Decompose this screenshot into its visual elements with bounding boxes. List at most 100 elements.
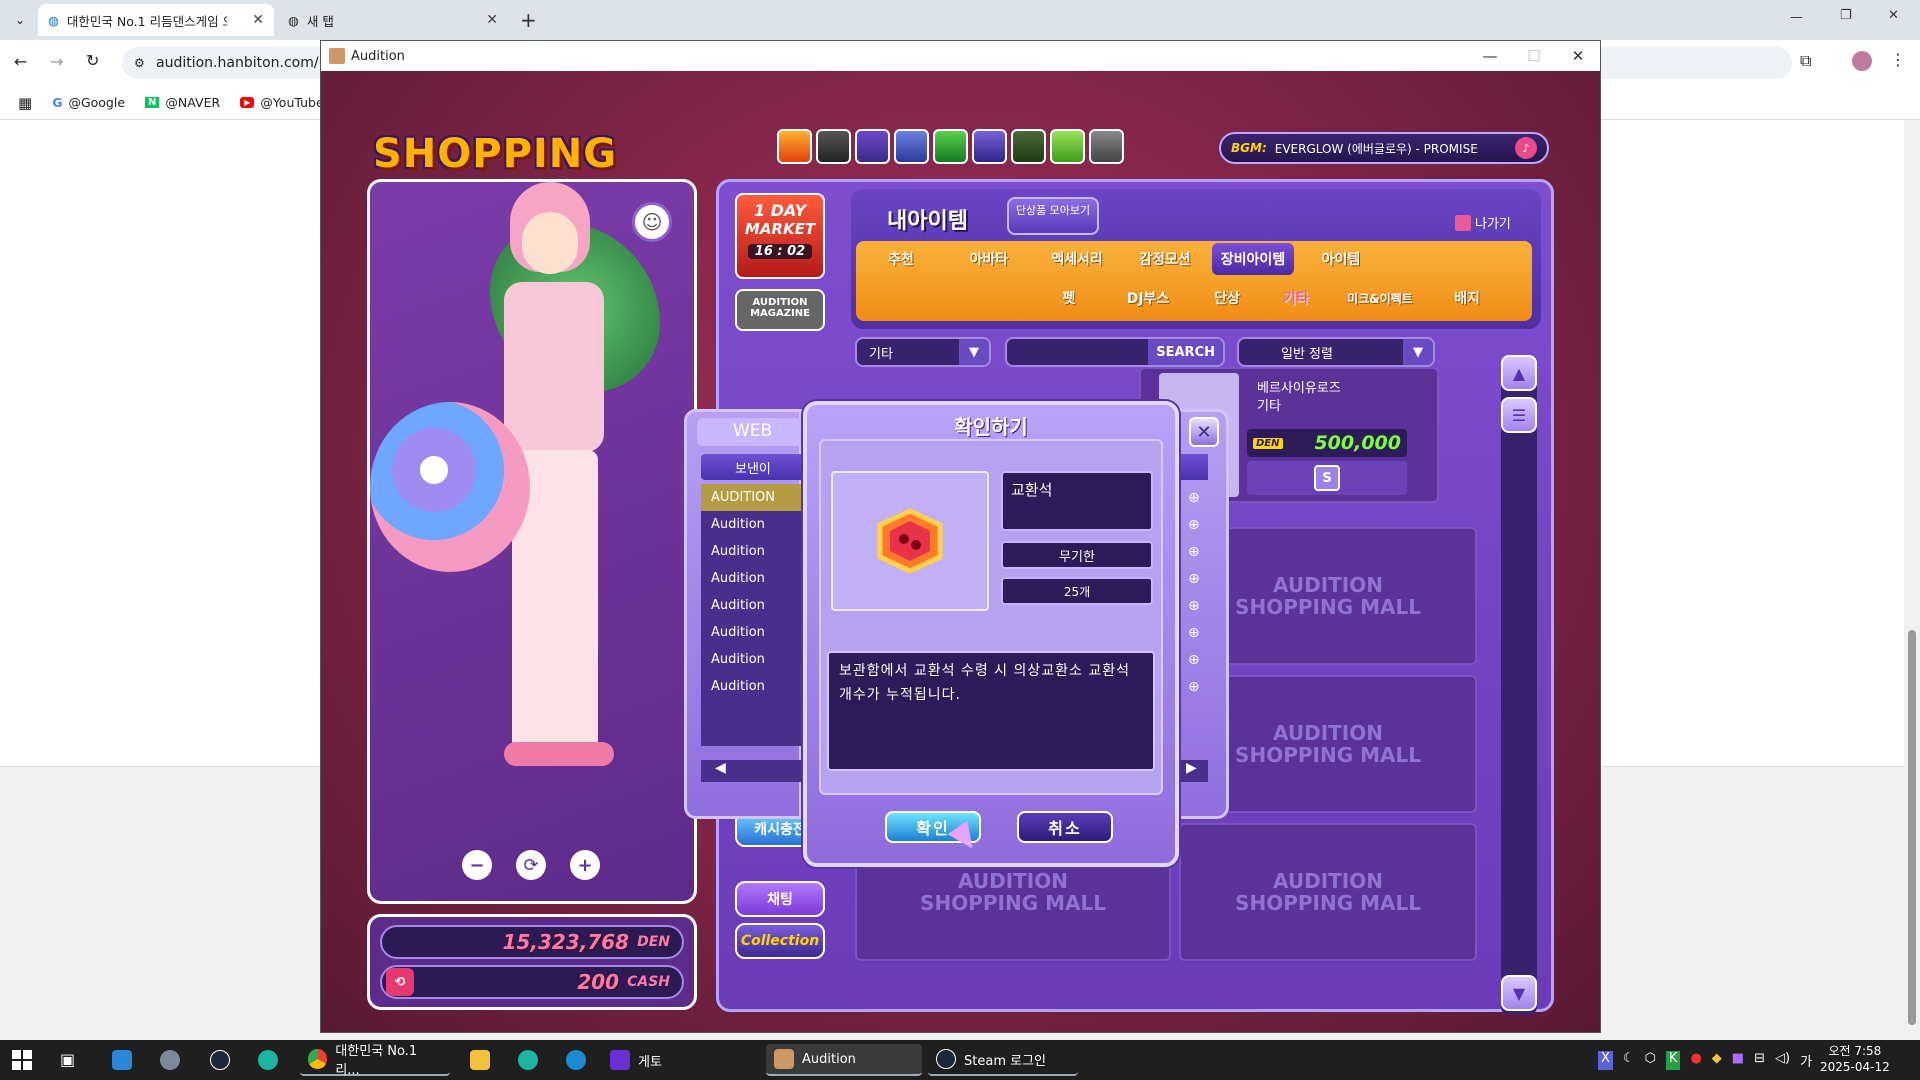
subtab-badge[interactable]: 배지 <box>1432 281 1502 315</box>
scroll-up-icon[interactable]: ▲ <box>1501 355 1537 391</box>
edge-icon[interactable] <box>518 1050 538 1070</box>
bookmark-google[interactable]: G @Google <box>52 95 125 110</box>
taskbar-chrome[interactable]: 대한민국 No.1 리... <box>300 1044 450 1078</box>
sender-column-header[interactable]: 보낸이 <box>701 454 805 480</box>
tab-item[interactable]: 아이템 <box>1300 241 1382 277</box>
add-icon[interactable]: ⊕ <box>1188 490 1200 506</box>
mail-list-item[interactable]: Audition <box>701 646 805 673</box>
mail-list-item[interactable]: Audition <box>701 673 805 700</box>
subtab-etc[interactable]: 기타 <box>1264 281 1328 315</box>
category-icon-grey[interactable] <box>1089 129 1124 164</box>
zoom-in-icon[interactable]: + <box>570 850 600 880</box>
rotate-icon[interactable]: ⟳ <box>516 850 546 880</box>
tray-icon-security[interactable]: ◆ <box>1712 1051 1722 1070</box>
zoom-out-icon[interactable]: − <box>462 850 492 880</box>
app-icon-1[interactable] <box>112 1050 132 1070</box>
volume-icon[interactable]: ◁) <box>1775 1051 1790 1070</box>
extensions-icon[interactable]: ⧉ <box>1800 51 1811 71</box>
taskbar-steam-login[interactable]: Steam 로그인 <box>928 1044 1078 1076</box>
subtab-mic-effect[interactable]: 미크&이펙트 <box>1330 281 1430 315</box>
close-window-icon[interactable]: ✕ <box>1888 8 1899 23</box>
subtab-stage[interactable]: 단상 <box>1192 281 1262 315</box>
forward-icon[interactable]: → <box>50 52 63 71</box>
add-icon[interactable]: ⊕ <box>1188 652 1200 668</box>
restore-icon[interactable]: ❐ <box>1840 8 1852 23</box>
tray-icon-record[interactable]: ● <box>1690 1051 1701 1070</box>
one-day-market-button[interactable]: 1 DAY MARKET 16 : 02 <box>735 193 825 279</box>
tab-recommend[interactable]: 추천 <box>860 241 942 277</box>
bgm-player[interactable]: BGM: EVERGLOW (에버글로우) - PROMISE ♪ <box>1219 132 1549 164</box>
add-icon[interactable]: ⊕ <box>1188 679 1200 695</box>
tab-equipment[interactable]: 장비아이템 <box>1212 243 1294 275</box>
cancel-button[interactable]: 취소 <box>1017 811 1113 843</box>
close-tab-icon[interactable]: ✕ <box>486 12 498 28</box>
search-input[interactable]: SEARCH <box>1005 337 1225 367</box>
add-icon[interactable]: ⊕ <box>1188 598 1200 614</box>
mail-list-item[interactable]: Audition <box>701 511 805 538</box>
reload-icon[interactable]: ↻ <box>86 51 99 70</box>
clock[interactable]: 오전 7:58 2025-04-12 <box>1820 1043 1890 1075</box>
mail-list-item[interactable]: Audition <box>701 619 805 646</box>
menu-icon[interactable]: ⋮ <box>1890 50 1906 69</box>
bookmark-naver[interactable]: N @NAVER <box>145 95 220 110</box>
tray-icon-moon[interactable]: ☾ <box>1623 1051 1635 1070</box>
tab-accessory[interactable]: 액세서리 <box>1036 241 1118 277</box>
item-list-scrollbar[interactable]: ▲ ☰ ▼ <box>1501 355 1537 1015</box>
game-maximize-icon[interactable]: ☐ <box>1511 41 1557 71</box>
add-icon[interactable]: ⊕ <box>1188 544 1200 560</box>
tray-icon-purple[interactable]: ■ <box>1732 1051 1744 1070</box>
close-tab-icon[interactable]: ✕ <box>252 12 264 28</box>
category-icon-garden[interactable] <box>1050 129 1085 164</box>
bookmark-youtube[interactable]: ▶ @YouTube <box>240 95 324 110</box>
game-minimize-icon[interactable]: — <box>1467 41 1513 71</box>
category-icon-fire[interactable] <box>777 129 812 164</box>
mail-list-item[interactable]: Audition <box>701 538 805 565</box>
app-icon-2[interactable] <box>160 1050 180 1070</box>
search-button[interactable]: SEARCH <box>1148 339 1223 365</box>
network-icon[interactable]: ⊟ <box>1754 1051 1765 1070</box>
prev-page-icon[interactable]: ◀ <box>701 760 805 782</box>
category-icon-box[interactable] <box>972 129 1007 164</box>
tray-icon-x[interactable]: X <box>1598 1051 1613 1070</box>
tray-icon-k[interactable]: K <box>1665 1051 1681 1070</box>
scroll-menu-icon[interactable]: ☰ <box>1501 397 1537 433</box>
category-icon-face[interactable] <box>894 129 929 164</box>
folder-icon[interactable] <box>470 1050 490 1070</box>
taskbar-geto[interactable]: 게토 <box>602 1044 752 1076</box>
subtab-pet[interactable]: 펫 <box>1034 281 1104 315</box>
browser-tab-new[interactable]: ◍ 새 탭 ✕ <box>278 4 508 36</box>
tab-emotion-motion[interactable]: 감정모션 <box>1124 241 1206 277</box>
cash-charge-icon[interactable]: ⟲ <box>386 968 414 996</box>
audition-magazine-button[interactable]: AUDITION MAGAZINE <box>735 289 825 331</box>
set-products-button[interactable]: 단상품 모아보기 <box>1007 197 1099 235</box>
exit-button[interactable]: 나가기 <box>1455 213 1511 232</box>
back-icon[interactable]: ← <box>14 52 27 71</box>
add-icon[interactable]: ⊕ <box>1188 625 1200 641</box>
collection-button[interactable]: Collection <box>735 923 825 959</box>
category-icon-purple[interactable] <box>855 129 890 164</box>
edge-icon[interactable] <box>566 1050 586 1070</box>
filter-select[interactable]: 기타 ▼ <box>855 337 991 367</box>
category-icon-dark[interactable] <box>816 129 851 164</box>
scroll-down-icon[interactable]: ▼ <box>1501 975 1537 1011</box>
browser-tab-audition[interactable]: ◍ 대한민국 No.1 리듬댄스게임 오 ✕ <box>38 4 274 36</box>
tab-search-button[interactable]: ⌄ <box>8 8 32 32</box>
mail-list-item[interactable]: AUDITION <box>701 484 805 511</box>
task-view-icon[interactable]: ▣ <box>60 1050 75 1069</box>
steam-icon[interactable] <box>210 1050 230 1070</box>
category-icon-photo[interactable] <box>1011 129 1046 164</box>
page-scrollbar-thumb[interactable] <box>1908 630 1916 1025</box>
chat-button[interactable]: 채팅 <box>735 881 825 917</box>
add-icon[interactable]: ⊕ <box>1188 571 1200 587</box>
send-gift-icon[interactable]: S <box>1247 461 1407 495</box>
new-tab-button[interactable]: + <box>520 8 537 32</box>
mail-panel-close-icon[interactable]: ✕ <box>1189 417 1219 447</box>
taskbar-audition[interactable]: Audition <box>766 1044 922 1076</box>
game-close-icon[interactable]: ✕ <box>1555 41 1600 71</box>
mail-list-item[interactable]: Audition <box>701 565 805 592</box>
ime-indicator[interactable]: 가 <box>1800 1051 1812 1070</box>
tab-avatar[interactable]: 아바타 <box>948 241 1030 277</box>
add-icon[interactable]: ⊕ <box>1188 517 1200 533</box>
site-info-icon[interactable]: ⚙ <box>134 56 145 70</box>
sort-select[interactable]: 일반 정렬 ▼ <box>1237 337 1435 367</box>
